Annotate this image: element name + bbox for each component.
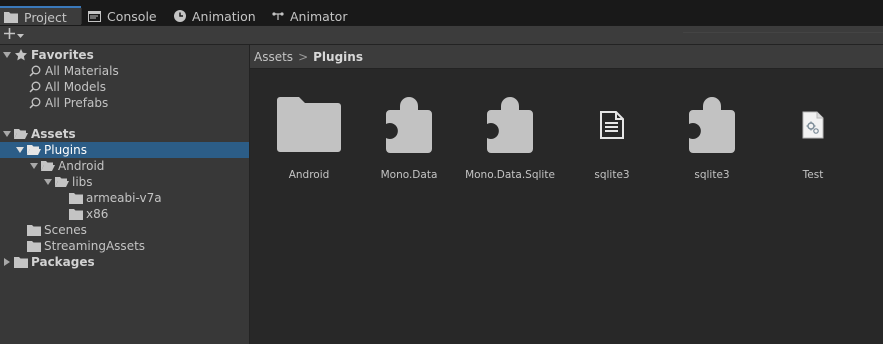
asset-label: Test xyxy=(802,169,824,181)
tree-item-packages[interactable]: Packages xyxy=(0,254,249,270)
tree-item-assets[interactable]: Assets xyxy=(0,126,249,142)
breadcrumb: Assets > Plugins xyxy=(250,45,883,69)
asset-test[interactable]: Test xyxy=(763,93,863,185)
asset-android[interactable]: Android xyxy=(259,93,359,185)
tree-item-all-models[interactable]: All Models xyxy=(0,79,249,95)
clock-icon xyxy=(174,10,186,22)
asset-label: sqlite3 xyxy=(694,169,730,181)
tab-animation[interactable]: Animation xyxy=(170,6,262,26)
tab-label: Console xyxy=(107,8,157,24)
plugin-icon xyxy=(359,93,459,157)
tab-label: Animator xyxy=(290,8,348,24)
document-icon xyxy=(562,93,662,157)
tree-item-android[interactable]: Android xyxy=(0,158,249,174)
tab-label: Project xyxy=(24,9,67,25)
tree-item-all-materials[interactable]: All Materials xyxy=(0,63,249,79)
collapse-arrow-icon[interactable] xyxy=(2,257,12,267)
asset-label: sqlite3 xyxy=(594,169,630,181)
tab-divider xyxy=(81,8,82,24)
asset-label: Android xyxy=(288,169,330,181)
expand-arrow-icon[interactable] xyxy=(43,177,53,187)
tree-item-x86[interactable]: x86 xyxy=(0,206,249,222)
search-icon xyxy=(28,64,42,78)
tree-label: libs xyxy=(72,175,93,189)
search-icon xyxy=(28,96,42,110)
folder-tree: Favorites All Materials All Models All P… xyxy=(0,45,249,344)
folder-open-icon xyxy=(55,175,69,189)
create-dropdown-button[interactable] xyxy=(2,26,30,44)
tree-item-scenes[interactable]: Scenes xyxy=(0,222,249,238)
folder-open-icon xyxy=(14,127,28,141)
console-icon xyxy=(88,10,101,22)
chevron-down-icon xyxy=(17,28,24,42)
star-icon xyxy=(14,48,28,62)
search-icon xyxy=(28,80,42,94)
tab-animator[interactable]: Animator xyxy=(268,6,350,26)
tree-item-libs[interactable]: libs xyxy=(0,174,249,190)
asset-browser: Assets > Plugins Android Mono.Data Mono.… xyxy=(250,45,883,344)
plugin-icon xyxy=(662,93,762,157)
tree-label: Android xyxy=(58,159,105,173)
tab-console[interactable]: Console xyxy=(84,6,170,26)
tree-label: armeabi-v7a xyxy=(86,191,162,205)
asset-mono-data[interactable]: Mono.Data xyxy=(359,93,459,185)
tree-label: Scenes xyxy=(44,223,87,237)
animator-icon xyxy=(272,11,284,21)
folder-icon xyxy=(27,223,41,237)
folder-icon xyxy=(14,255,28,269)
breadcrumb-assets[interactable]: Assets xyxy=(254,50,293,64)
tree-item-all-prefabs[interactable]: All Prefabs xyxy=(0,95,249,111)
script-file-icon xyxy=(763,93,863,157)
tree-item-favorites[interactable]: Favorites xyxy=(0,47,249,63)
plus-icon xyxy=(4,28,15,42)
folder-open-icon xyxy=(41,159,55,173)
tab-label: Animation xyxy=(192,8,256,24)
breadcrumb-plugins[interactable]: Plugins xyxy=(313,50,363,64)
tab-bar: Project Console Animation Animator xyxy=(0,0,883,26)
expand-arrow-icon[interactable] xyxy=(29,161,39,171)
toolbar-divider xyxy=(683,32,883,33)
project-toolbar xyxy=(0,26,883,45)
tree-item-armeabi-v7a[interactable]: armeabi-v7a xyxy=(0,190,249,206)
tree-label: StreamingAssets xyxy=(44,239,146,253)
expand-arrow-icon[interactable] xyxy=(15,145,25,155)
tree-label: Plugins xyxy=(44,143,87,157)
asset-label: Mono.Data.Sqlite xyxy=(465,169,555,181)
tree-label: Assets xyxy=(31,127,76,141)
tree-label: Packages xyxy=(31,255,95,269)
tree-label: All Prefabs xyxy=(45,96,109,110)
asset-label: Mono.Data xyxy=(380,169,438,181)
tree-label: Favorites xyxy=(31,48,94,62)
asset-sqlite3-document[interactable]: sqlite3 xyxy=(562,93,662,185)
tab-project[interactable]: Project xyxy=(0,6,81,26)
tree-item-streaming-assets[interactable]: StreamingAssets xyxy=(0,238,249,254)
folder-icon xyxy=(27,239,41,253)
plugin-icon xyxy=(460,93,560,157)
tree-label: All Materials xyxy=(45,64,119,78)
tree-item-plugins[interactable]: Plugins xyxy=(0,142,249,158)
tree-label: x86 xyxy=(86,207,109,221)
folder-icon xyxy=(259,93,359,157)
folder-icon xyxy=(69,207,83,221)
asset-sqlite3-plugin[interactable]: sqlite3 xyxy=(662,93,762,185)
folder-icon xyxy=(4,11,18,23)
breadcrumb-separator: > xyxy=(298,49,309,64)
expand-arrow-icon[interactable] xyxy=(2,50,12,60)
asset-mono-data-sqlite[interactable]: Mono.Data.Sqlite xyxy=(460,93,560,185)
folder-icon xyxy=(69,191,83,205)
folder-open-icon xyxy=(27,143,41,157)
expand-arrow-icon[interactable] xyxy=(2,129,12,139)
tree-label: All Models xyxy=(45,80,106,94)
